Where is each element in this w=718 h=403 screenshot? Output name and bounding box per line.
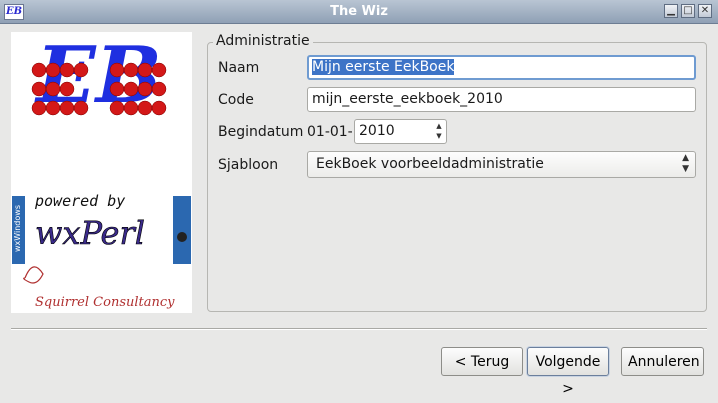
minimize-icon[interactable]: ▁	[664, 4, 678, 18]
chevron-updown-icon: ▲ ▼	[682, 153, 689, 174]
sjabloon-value: EekBoek voorbeeldadministratie	[316, 156, 544, 172]
logo-panel: EB wxWindows powered by wxPerl Squirrel …	[11, 30, 192, 313]
title-bar: EB The Wiz ▁ □ ✕	[0, 0, 718, 24]
date-prefix: 01-01-	[307, 124, 353, 140]
spin-arrows-icon[interactable]: ▲ ▼	[433, 121, 445, 142]
group-title: Administratie	[213, 33, 313, 49]
wxwindows-text: wxWindows	[13, 205, 22, 252]
back-button[interactable]: < Terug	[441, 347, 523, 376]
code-input[interactable]: mijn_eerste_eekboek_2010	[307, 87, 696, 112]
year-value: 2010	[359, 123, 395, 139]
naam-value: Mijn eerste EekBoek	[312, 59, 455, 75]
sjabloon-label: Sjabloon	[218, 157, 279, 173]
cancel-button[interactable]: Annuleren	[621, 347, 704, 376]
naam-input[interactable]: Mijn eerste EekBoek	[307, 55, 696, 80]
squirrel-consultancy-text: Squirrel Consultancy	[35, 295, 175, 310]
separator	[11, 328, 707, 330]
powered-by-text: powered by	[34, 192, 125, 210]
code-label: Code	[218, 92, 254, 108]
next-button[interactable]: Volgende >	[527, 347, 609, 397]
window-title: The Wiz	[330, 4, 388, 19]
wxperl-text: wxPerl	[35, 214, 145, 252]
naam-label: Naam	[218, 60, 260, 76]
sjabloon-select[interactable]: EekBoek voorbeeldadministratie ▲ ▼	[307, 151, 696, 178]
maximize-icon[interactable]: □	[681, 4, 695, 18]
eekboek-logo: EB wxWindows powered by wxPerl Squirrel …	[11, 30, 192, 310]
close-icon[interactable]: ✕	[698, 4, 712, 18]
begindatum-label: Begindatum	[218, 124, 304, 140]
year-spinner[interactable]: 2010 ▲ ▼	[354, 119, 447, 144]
